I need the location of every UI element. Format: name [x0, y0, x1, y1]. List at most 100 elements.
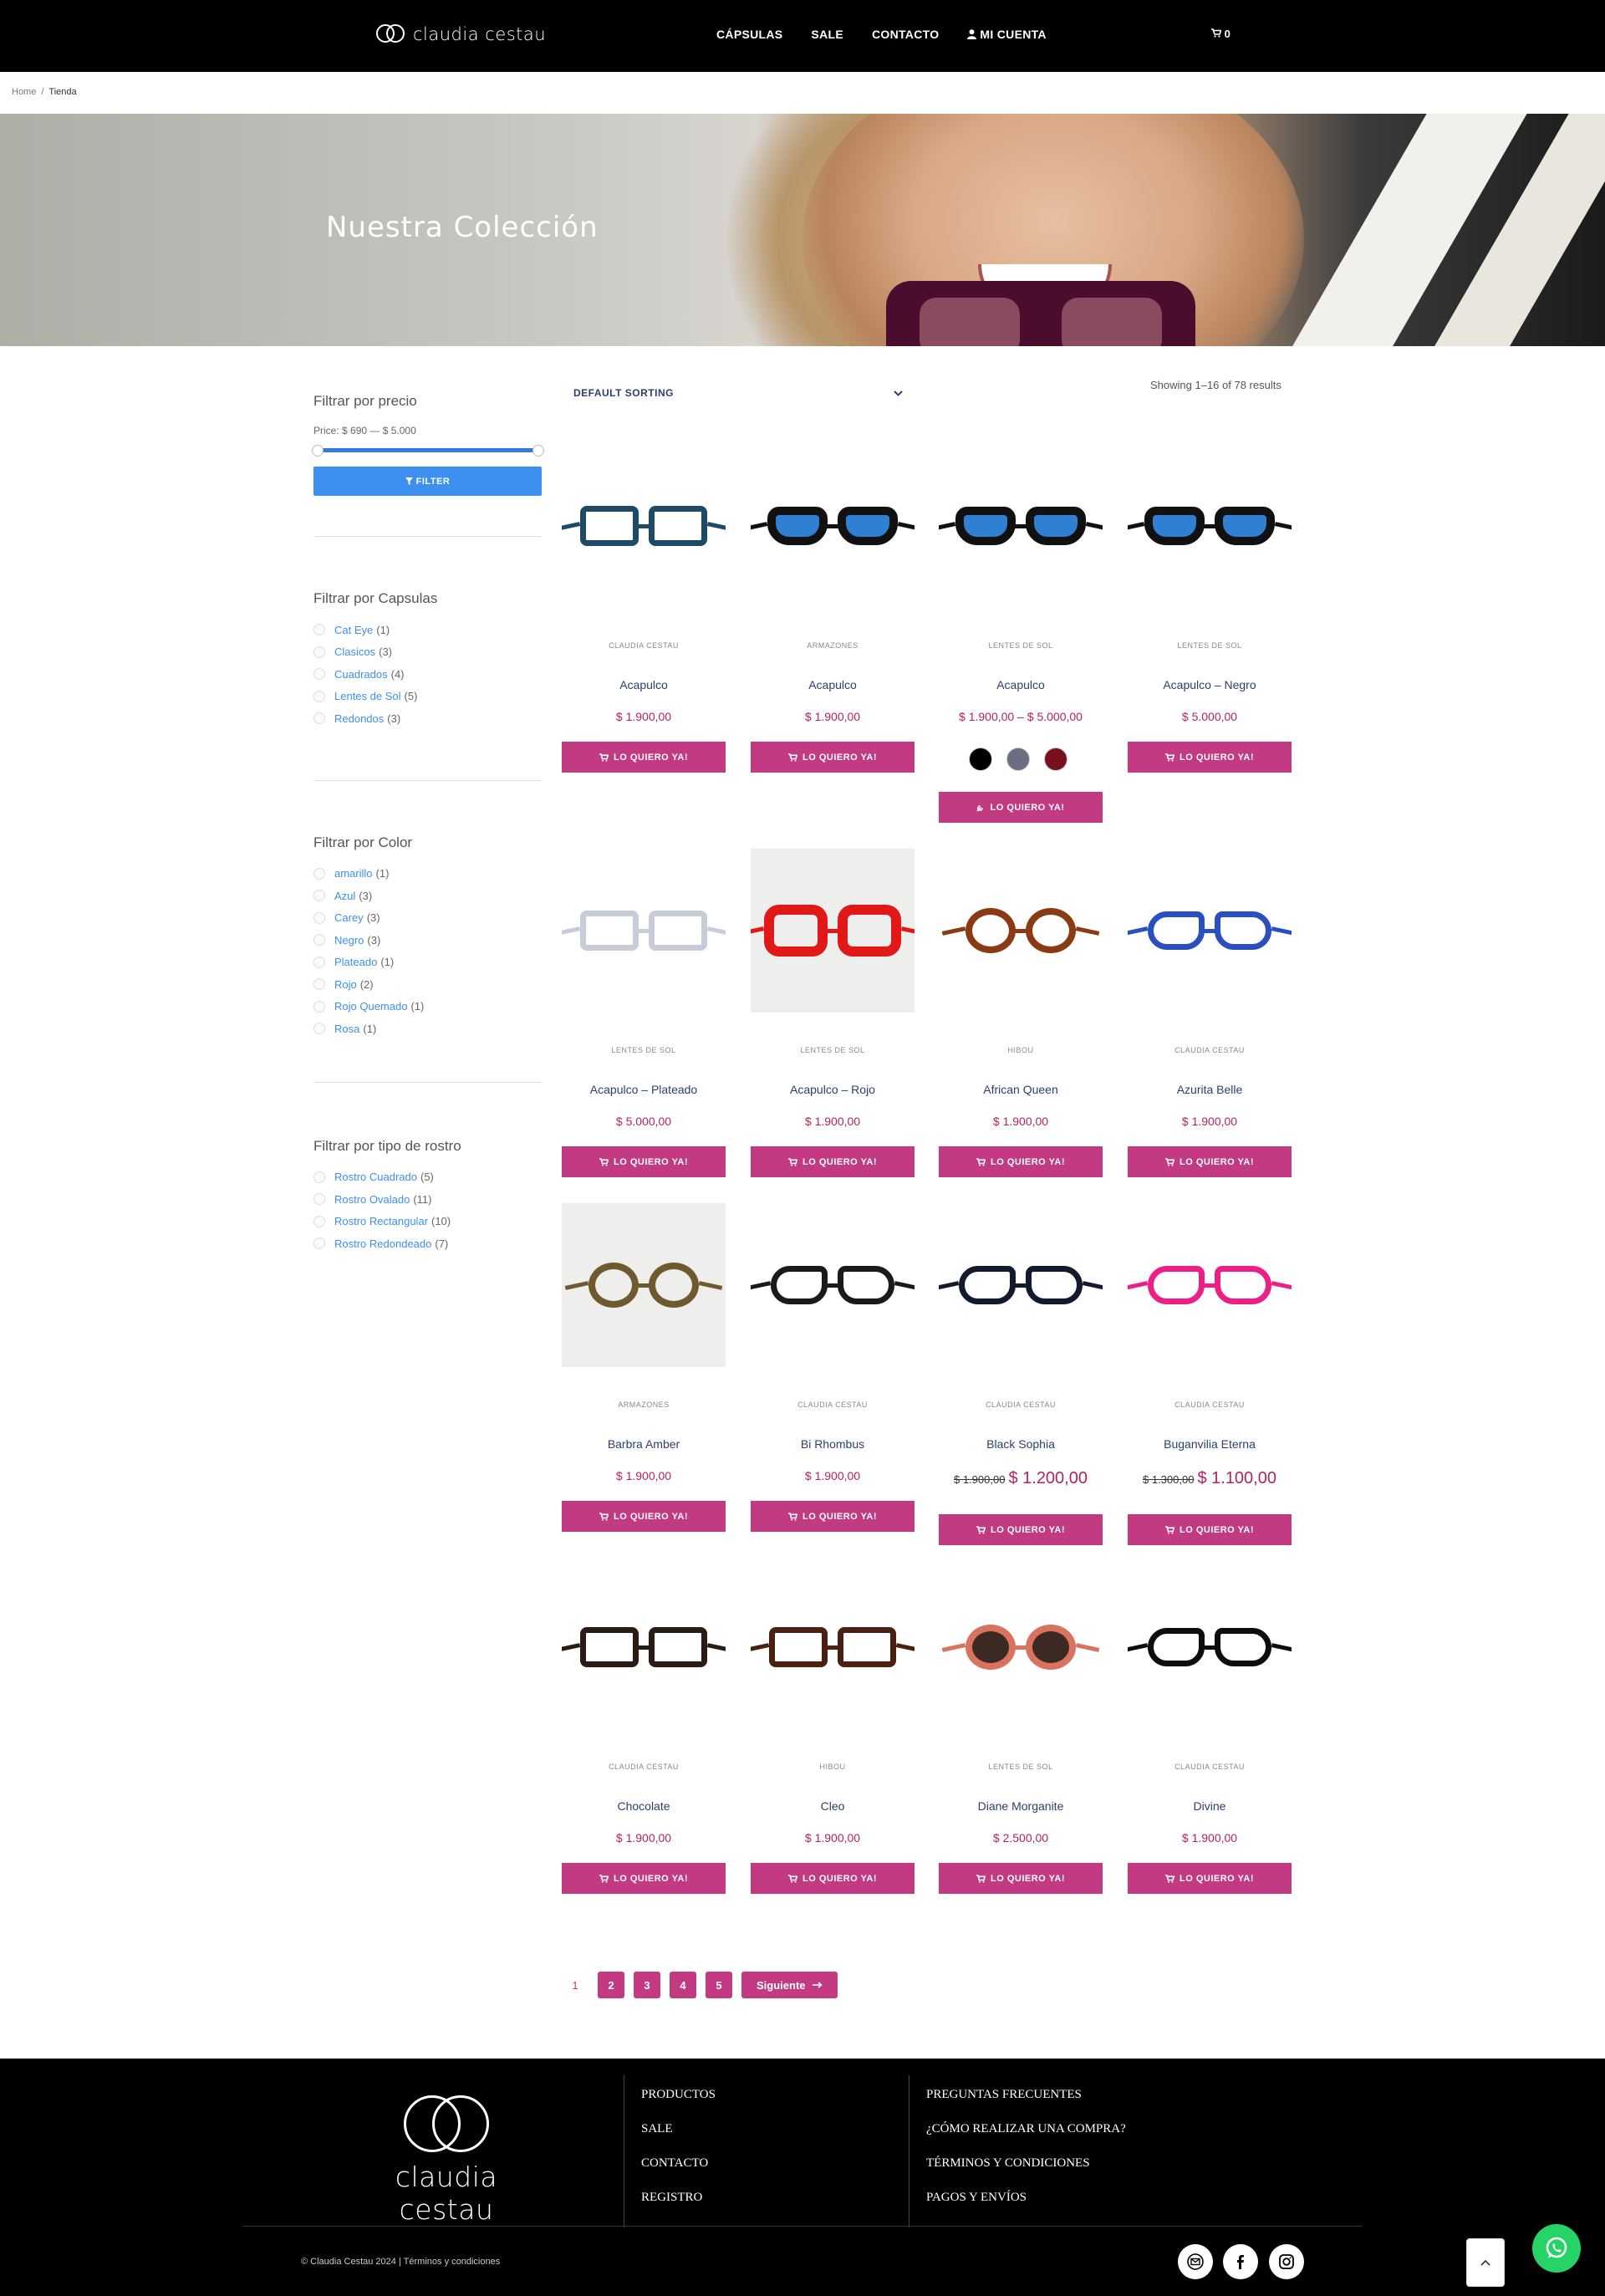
rostro-filter-label[interactable]: Rostro Cuadrado [334, 1171, 417, 1183]
checkbox[interactable] [313, 668, 325, 681]
checkbox[interactable] [313, 1171, 325, 1183]
buy-button[interactable]: LO QUIERO YA! [939, 1514, 1103, 1545]
capsula-filter-label[interactable]: Lentes de Sol [334, 690, 401, 702]
buy-button[interactable]: LO QUIERO YA! [1128, 742, 1292, 773]
breadcrumb-home[interactable]: Home [12, 87, 36, 97]
page-5[interactable]: 5 [706, 1972, 732, 1998]
checkbox[interactable] [313, 624, 325, 636]
buy-button[interactable]: LO QUIERO YA! [562, 1501, 726, 1532]
product-name[interactable]: Cleo [751, 1799, 915, 1813]
product-card[interactable]: CLAUDIA CESTAU Azurita Belle $ 1.900,00 LO … [1128, 849, 1292, 1183]
product-card[interactable]: ARMAZONES Acapulco $ 1.900,00 LO QUIERO YA! [751, 444, 915, 778]
color-filter-rojo-quemado[interactable]: Rojo Quemado (1) [313, 996, 542, 1018]
checkbox[interactable] [313, 1193, 325, 1206]
filter-button[interactable]: FILTER [313, 467, 542, 496]
footer-link-contacto[interactable]: CONTACTO [641, 2144, 908, 2178]
product-card[interactable]: HIBOU Cleo $ 1.900,00 LO QUIERO YA! [751, 1565, 915, 1900]
rostro-filter-label[interactable]: Rostro Ovalado [334, 1193, 410, 1206]
product-image[interactable] [939, 1565, 1103, 1729]
footer-link-como-comprar[interactable]: ¿CÓMO REALIZAR UNA COMPRA? [926, 2110, 1243, 2144]
checkbox[interactable] [313, 978, 325, 991]
nav-capsulas[interactable]: CÁPSULAS [716, 28, 782, 41]
capsula-filter-redondos[interactable]: Redondos (3) [313, 707, 542, 730]
footer-link-registro[interactable]: REGISTRO [641, 2178, 908, 2212]
buy-button[interactable]: LO QUIERO YA! [751, 742, 915, 773]
price-slider[interactable] [312, 445, 544, 457]
rostro-filter-rostro-cuadrado[interactable]: Rostro Cuadrado (5) [313, 1166, 542, 1189]
capsula-filter-lentes-de-sol[interactable]: Lentes de Sol (5) [313, 686, 542, 708]
color-filter-amarillo[interactable]: amarillo (1) [313, 863, 542, 885]
color-filter-rosa[interactable]: Rosa (1) [313, 1018, 542, 1040]
color-filter-plateado[interactable]: Plateado (1) [313, 952, 542, 974]
product-name[interactable]: Acapulco [562, 678, 726, 691]
rostro-filter-rostro-redondeado[interactable]: Rostro Redondeado (7) [313, 1232, 542, 1255]
product-name[interactable]: Acapulco – Negro [1128, 678, 1292, 691]
product-name[interactable]: Barbra Amber [562, 1437, 726, 1451]
page-3[interactable]: 3 [634, 1972, 660, 1998]
product-image[interactable] [1128, 444, 1292, 608]
product-image[interactable] [751, 444, 915, 608]
product-name[interactable]: Acapulco – Rojo [751, 1083, 915, 1096]
product-card[interactable]: LENTES DE SOL Acapulco – Rojo $ 1.900,00 LO… [751, 849, 915, 1183]
product-image[interactable] [562, 444, 726, 608]
capsula-filter-clasicos[interactable]: Clasicos (3) [313, 641, 542, 664]
checkbox[interactable] [313, 690, 325, 702]
product-image[interactable] [1128, 1203, 1292, 1367]
nav-mi-cuenta[interactable]: MI CUENTA [967, 28, 1047, 41]
product-image[interactable] [939, 444, 1103, 608]
product-card[interactable]: ARMAZONES Barbra Amber $ 1.900,00 LO QUIERO… [562, 1203, 726, 1538]
buy-button[interactable]: LO QUIERO YA! [751, 1501, 915, 1532]
footer-link-pagos-envios[interactable]: PAGOS Y ENVÍOS [926, 2178, 1243, 2212]
product-name[interactable]: Black Sophia [939, 1437, 1103, 1451]
capsula-filter-label[interactable]: Redondos [334, 712, 384, 725]
product-name[interactable]: Bi Rhombus [751, 1437, 915, 1451]
product-name[interactable]: Divine [1128, 1799, 1292, 1813]
footer-logo[interactable]: claudia cestau [346, 2092, 547, 2226]
rostro-filter-rostro-rectangular[interactable]: Rostro Rectangular (10) [313, 1211, 542, 1233]
product-image[interactable] [1128, 849, 1292, 1013]
checkbox[interactable] [313, 956, 325, 968]
product-image[interactable] [939, 1203, 1103, 1367]
product-card[interactable]: LENTES DE SOL Acapulco – Negro $ 5.000,00 L… [1128, 444, 1292, 778]
email-social-button[interactable] [1178, 2244, 1213, 2279]
capsula-filter-cat-eye[interactable]: Cat Eye (1) [313, 619, 542, 641]
whatsapp-chat-button[interactable] [1532, 2224, 1581, 2273]
product-image[interactable] [1128, 1565, 1292, 1729]
buy-button[interactable]: LO QUIERO YA! [562, 742, 726, 773]
product-name[interactable]: Acapulco – Plateado [562, 1083, 726, 1096]
checkbox[interactable] [313, 890, 325, 902]
color-filter-azul[interactable]: Azul (3) [313, 885, 542, 907]
nav-contacto[interactable]: CONTACTO [872, 28, 939, 41]
color-filter-label[interactable]: Rojo Quemado [334, 1000, 407, 1013]
price-slider-min-handle[interactable] [312, 445, 324, 457]
checkbox[interactable] [313, 1023, 325, 1035]
color-filter-label[interactable]: Rosa [334, 1023, 359, 1035]
buy-button[interactable]: LO QUIERO YA! [939, 1863, 1103, 1894]
buy-button[interactable]: LO QUIERO YA! [1128, 1146, 1292, 1177]
page-2[interactable]: 2 [598, 1972, 624, 1998]
buy-button[interactable]: LO QUIERO YA! [751, 1863, 915, 1894]
capsula-filter-label[interactable]: Cuadrados [334, 668, 388, 681]
product-card[interactable]: CLAUDIA CESTAU Bi Rhombus $ 1.900,00 LO QUI… [751, 1203, 915, 1538]
product-card[interactable]: LENTES DE SOL Acapulco – Plateado $ 5.000,… [562, 849, 726, 1183]
product-name[interactable]: Acapulco [751, 678, 915, 691]
product-image[interactable] [751, 1565, 915, 1729]
buy-button[interactable]: LO QUIERO YA! [1128, 1514, 1292, 1545]
product-image[interactable] [939, 849, 1103, 1013]
cart-link[interactable]: 0 [1211, 28, 1230, 40]
color-filter-label[interactable]: Plateado [334, 956, 377, 968]
color-filter-carey[interactable]: Carey (3) [313, 907, 542, 930]
product-name[interactable]: Azurita Belle [1128, 1083, 1292, 1096]
product-name[interactable]: African Queen [939, 1083, 1103, 1096]
page-4[interactable]: 4 [670, 1972, 696, 1998]
capsula-filter-cuadrados[interactable]: Cuadrados (4) [313, 663, 542, 686]
product-image[interactable] [562, 1565, 726, 1729]
product-card[interactable]: CLAUDIA CESTAU Black Sophia $ 1.900,00 $ 1.… [939, 1203, 1103, 1545]
color-swatch[interactable] [1006, 747, 1030, 771]
color-filter-label[interactable]: Carey [334, 911, 364, 924]
rostro-filter-label[interactable]: Rostro Rectangular [334, 1215, 428, 1227]
footer-link-faq[interactable]: PREGUNTAS FRECUENTES [926, 2075, 1243, 2110]
buy-button[interactable]: LO QUIERO YA! [562, 1146, 726, 1177]
instagram-social-button[interactable] [1269, 2244, 1304, 2279]
checkbox[interactable] [313, 645, 325, 658]
